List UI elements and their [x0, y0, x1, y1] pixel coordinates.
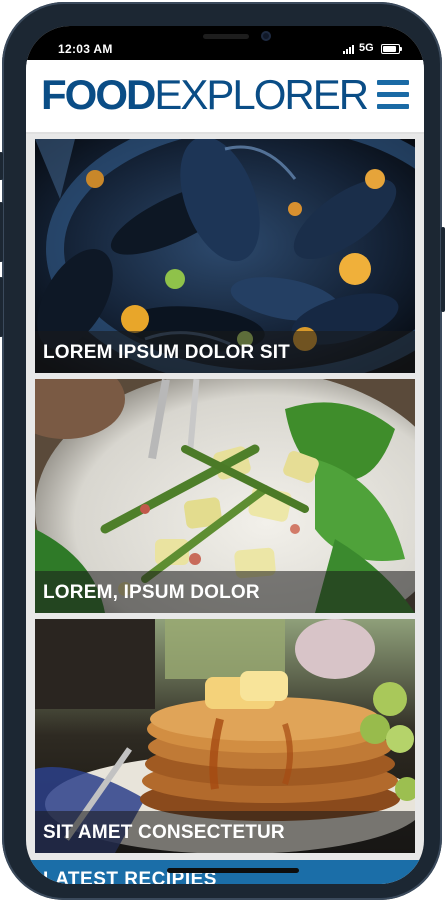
- volume-down-button: [0, 277, 3, 337]
- speaker-grille: [203, 34, 249, 39]
- status-bar: 12:03 AM 5G: [26, 26, 424, 60]
- food-card-salad[interactable]: LOREM, IPSUM DOLOR: [35, 379, 415, 613]
- card-title: SIT AMET CONSECTETUR: [43, 822, 285, 843]
- notch: [121, 26, 331, 56]
- site-logo[interactable]: FOODEXPLORER: [41, 71, 369, 119]
- power-button: [441, 227, 445, 312]
- food-card-mussels[interactable]: LOREM IPSUM DOLOR SIT: [35, 139, 415, 373]
- card-title: LOREM, IPSUM DOLOR: [43, 582, 260, 603]
- hamburger-menu-icon[interactable]: [377, 80, 409, 110]
- card-title: LOREM IPSUM DOLOR SIT: [43, 342, 290, 363]
- front-camera-icon: [261, 31, 271, 41]
- status-time: 12:03 AM: [58, 42, 113, 56]
- volume-up-button: [0, 202, 3, 262]
- card-caption-bar: SIT AMET CONSECTETUR: [35, 811, 415, 853]
- signal-icon: [343, 45, 354, 54]
- card-caption-bar: LOREM, IPSUM DOLOR: [35, 571, 415, 613]
- mute-switch: [0, 152, 3, 180]
- logo-light-text: EXPLORER: [154, 71, 369, 118]
- phone-frame: 12:03 AM 5G FOODEXPLORER LOREM IPSUM DOL…: [0, 2, 445, 900]
- card-caption-bar: LOREM IPSUM DOLOR SIT: [35, 331, 415, 373]
- site-header: FOODEXPLORER: [26, 60, 424, 134]
- logo-bold-text: FOOD: [41, 71, 156, 118]
- network-type: 5G: [359, 42, 374, 54]
- home-indicator[interactable]: [167, 868, 299, 873]
- food-card-pancakes[interactable]: SIT AMET CONSECTETUR: [35, 619, 415, 853]
- battery-icon: [381, 44, 402, 54]
- phone-screen: 12:03 AM 5G FOODEXPLORER LOREM IPSUM DOL…: [26, 26, 424, 884]
